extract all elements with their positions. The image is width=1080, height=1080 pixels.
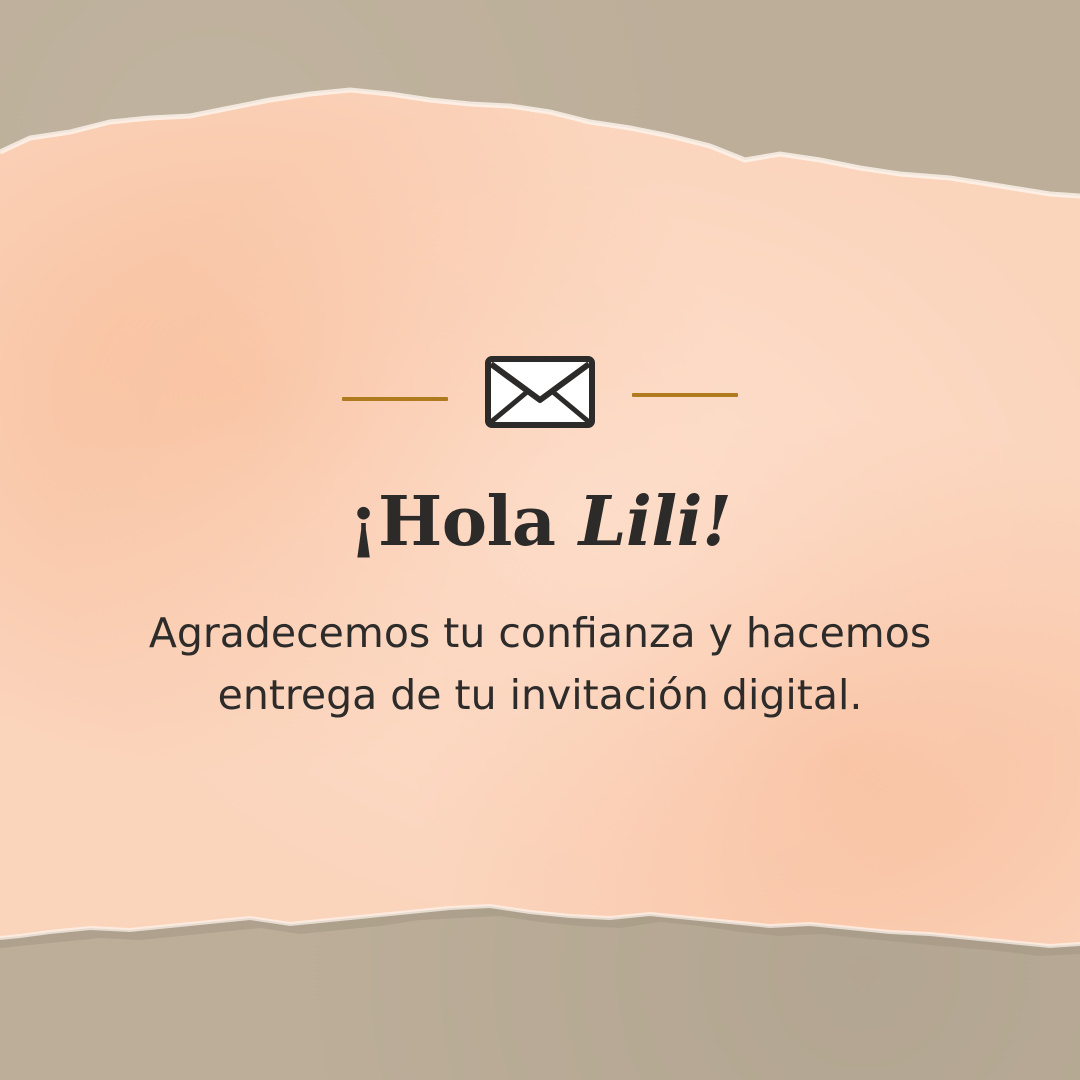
greeting-name: Lili! — [578, 482, 732, 562]
message-line-2: entrega de tu invitación digital. — [217, 671, 863, 719]
greeting-prefix: ¡Hola — [348, 482, 579, 562]
message-line-1: Agradecemos tu confianza y hacemos — [148, 609, 932, 657]
card-content: ¡Hola Lili! Agradecemos tu confianza y h… — [0, 0, 1080, 1080]
invitation-card: ¡Hola Lili! Agradecemos tu confianza y h… — [0, 0, 1080, 1080]
thank-you-message: Agradecemos tu confianza y hacemos entre… — [40, 602, 1040, 726]
divider-line-right — [632, 393, 738, 397]
divider-line-left — [342, 397, 448, 401]
envelope-icon — [485, 356, 595, 428]
greeting-title: ¡Hola Lili! — [0, 480, 1080, 564]
